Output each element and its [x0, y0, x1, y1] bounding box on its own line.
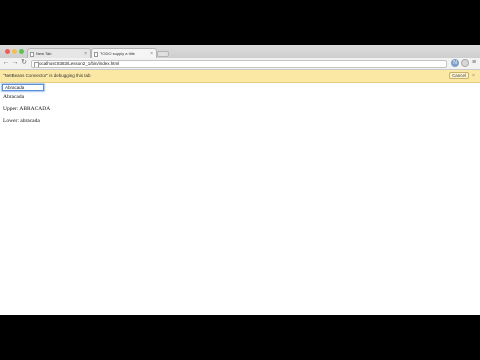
tab-new-tab[interactable]: New Tab × — [27, 48, 91, 58]
original-text: Abracada — [3, 94, 25, 100]
reload-icon[interactable]: ↻ — [20, 59, 28, 67]
browser-toolbar: ← → ↻ localhost:8383/Lesson2_1/bin/index… — [0, 58, 480, 70]
debug-infobar: "NetBeans Connector" is debugging this t… — [0, 70, 480, 83]
tab-todo[interactable]: TODO supply a title × — [91, 48, 157, 58]
upper-text: Upper: ABRACADA — [3, 106, 51, 112]
browser-window: New Tab × TODO supply a title × ← → ↻ lo… — [0, 45, 480, 315]
hamburger-menu-icon[interactable]: ≡ — [470, 59, 478, 67]
url-text: localhost:8383/Lesson2_1/bin/index.html — [38, 60, 120, 66]
window-maximize-button[interactable] — [19, 49, 24, 54]
tab-title: TODO supply a title — [100, 51, 135, 56]
forward-arrow-icon[interactable]: → — [11, 59, 19, 67]
page-content: Abracada Upper: ABRACADA Lower: abracada — [0, 83, 480, 315]
window-close-button[interactable] — [5, 49, 10, 54]
address-bar[interactable]: localhost:8383/Lesson2_1/bin/index.html — [31, 59, 447, 68]
close-icon[interactable]: × — [472, 70, 475, 82]
new-tab-button[interactable] — [157, 51, 169, 57]
tab-title: New Tab — [36, 51, 52, 56]
tab-close-icon[interactable]: × — [84, 49, 87, 58]
tab-close-icon[interactable]: × — [150, 49, 153, 58]
extension-icon[interactable] — [461, 59, 469, 67]
infobar-message: "NetBeans Connector" is debugging this t… — [3, 73, 91, 78]
page-icon — [94, 51, 98, 57]
netbeans-extension-icon[interactable]: N — [451, 59, 459, 67]
back-arrow-icon[interactable]: ← — [2, 59, 10, 67]
lower-text: Lower: abracada — [3, 118, 40, 124]
word-input[interactable] — [2, 84, 44, 91]
page-icon — [30, 51, 34, 57]
window-minimize-button[interactable] — [12, 49, 17, 54]
cancel-button[interactable]: Cancel — [449, 72, 469, 79]
page-icon — [33, 61, 39, 67]
tab-strip: New Tab × TODO supply a title × — [0, 45, 480, 59]
